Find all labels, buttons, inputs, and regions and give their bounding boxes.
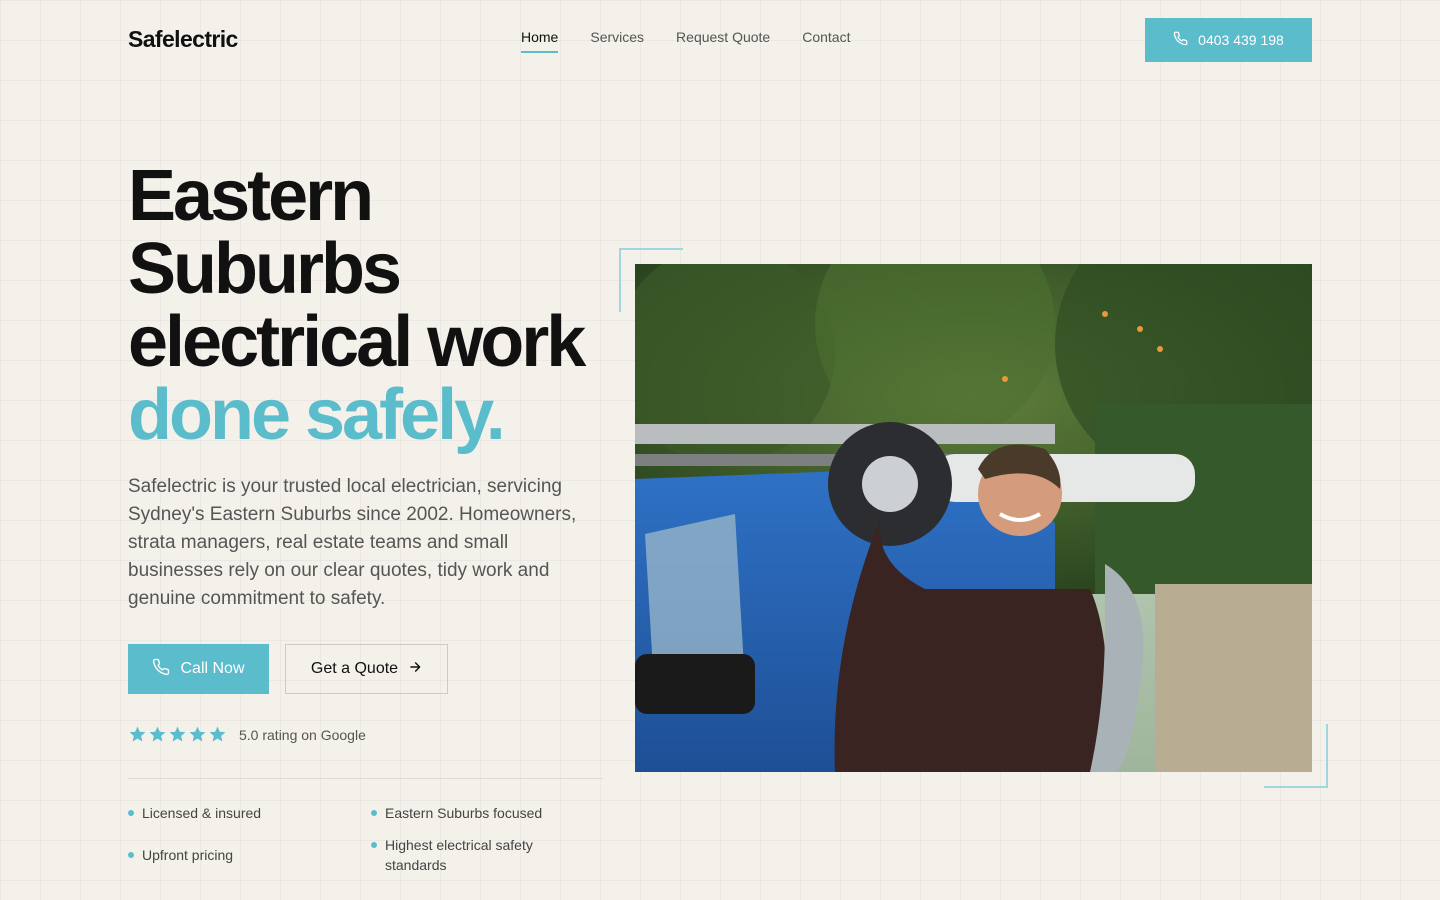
- main-nav: Home Services Request Quote Contact: [521, 29, 850, 53]
- hero-title-line-1: Eastern: [128, 156, 374, 236]
- bullet-dot-icon: [371, 810, 377, 816]
- site-header: Safelectric Home Services Request Quote …: [0, 0, 1440, 80]
- star-icon: [149, 726, 166, 742]
- star-icon: [189, 726, 206, 742]
- feature-label: Highest electrical safety standards: [385, 837, 533, 873]
- feature-item: Eastern Suburbs focused: [371, 803, 571, 823]
- electrician-photo-illustration: [635, 264, 1312, 772]
- site-logo[interactable]: Safelectric: [128, 26, 238, 53]
- arrow-right-icon: [408, 660, 422, 679]
- nav-services[interactable]: Services: [590, 29, 644, 53]
- bullet-dot-icon: [371, 842, 377, 848]
- phone-icon: [152, 658, 170, 681]
- hero-photo: [635, 264, 1312, 772]
- feature-item: Upfront pricing: [128, 845, 348, 865]
- decorative-corner-bottom-right: [1264, 724, 1328, 788]
- bullet-dot-icon: [128, 810, 134, 816]
- star-icon: [209, 726, 226, 742]
- get-quote-button[interactable]: Get a Quote: [285, 644, 448, 694]
- header-phone-label: 0403 439 198: [1198, 32, 1284, 48]
- nav-request-quote[interactable]: Request Quote: [676, 29, 770, 53]
- star-icon: [129, 726, 146, 742]
- divider: [128, 778, 603, 779]
- hero-title-line-3: electrical work: [128, 302, 586, 382]
- rating-stars: [128, 725, 227, 744]
- feature-item: Licensed & insured: [128, 803, 348, 823]
- call-now-label: Call Now: [180, 660, 245, 677]
- call-now-button[interactable]: Call Now: [128, 644, 269, 694]
- star-icon: [169, 726, 186, 742]
- header-phone-button[interactable]: 0403 439 198: [1145, 18, 1312, 62]
- nav-home[interactable]: Home: [521, 29, 559, 53]
- feature-label: Eastern Suburbs focused: [385, 805, 543, 821]
- feature-label: Upfront pricing: [142, 847, 234, 863]
- get-quote-label: Get a Quote: [310, 660, 399, 677]
- nav-contact[interactable]: Contact: [802, 29, 850, 53]
- hero-title-line-2: Suburbs: [128, 229, 402, 309]
- hero-title: Eastern Suburbs electrical work done saf…: [128, 160, 608, 452]
- google-rating: 5.0 rating on Google: [128, 725, 366, 744]
- rating-text: 5.0 rating on Google: [239, 726, 366, 743]
- hero-description: Safelectric is your trusted local electr…: [128, 476, 577, 609]
- feature-item: Highest electrical safety standards: [371, 835, 571, 875]
- phone-icon: [1173, 31, 1188, 49]
- hero-title-accent: done safely.: [128, 375, 506, 455]
- bullet-dot-icon: [128, 852, 134, 858]
- feature-label: Licensed & insured: [142, 805, 262, 821]
